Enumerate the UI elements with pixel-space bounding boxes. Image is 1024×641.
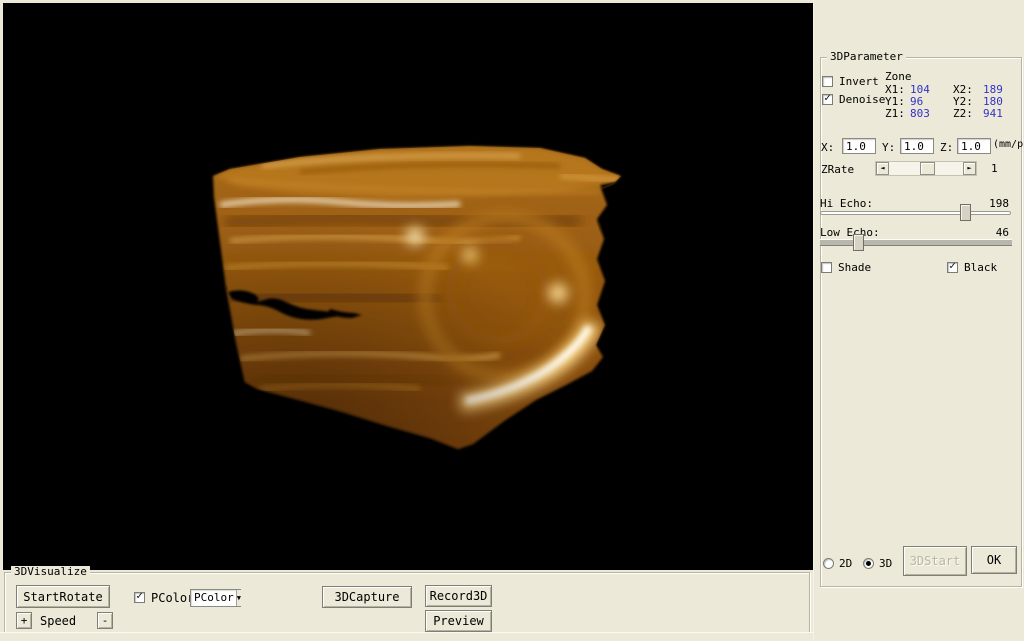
3dcapture-button[interactable]: 3DCapture bbox=[322, 586, 412, 608]
speed-plus-button[interactable]: + bbox=[16, 612, 32, 629]
check-icon: ✓ bbox=[948, 260, 957, 271]
speed-label: Speed bbox=[40, 614, 76, 628]
zrate-label: ZRate bbox=[821, 163, 854, 176]
record3d-button[interactable]: Record3D bbox=[425, 585, 492, 607]
scale-y-input[interactable] bbox=[900, 138, 934, 154]
pcolor-dropdown[interactable]: PColor ▼ bbox=[190, 589, 241, 607]
zrate-scrollbar[interactable]: ◄ ► bbox=[875, 161, 977, 176]
pcolor-dropdown-value: PColor bbox=[191, 590, 236, 606]
zone-z2-label: Z2: bbox=[953, 107, 973, 120]
render-viewport[interactable] bbox=[0, 0, 813, 570]
zrate-value: 1 bbox=[991, 162, 998, 175]
invert-label: Invert bbox=[839, 75, 879, 88]
check-icon: ✓ bbox=[823, 92, 832, 103]
shade-label: Shade bbox=[838, 261, 871, 274]
scroll-right-arrow-icon[interactable]: ► bbox=[963, 162, 976, 175]
hi-echo-track[interactable] bbox=[820, 211, 1011, 215]
parameter-panel: 3DParameter ✓ Invert ✓ Denoise Zone X1: … bbox=[813, 0, 1024, 640]
denoise-label: Denoise bbox=[839, 93, 885, 106]
mode-2d-label: 2D bbox=[839, 557, 852, 570]
zrate-track[interactable] bbox=[889, 162, 963, 175]
low-echo-value: 46 bbox=[996, 226, 1009, 239]
pcolor-label: PColor bbox=[151, 591, 194, 605]
start-rotate-button[interactable]: StartRotate bbox=[16, 585, 110, 608]
dropdown-arrow-icon[interactable]: ▼ bbox=[236, 590, 241, 606]
low-echo-label: Low Echo: bbox=[820, 226, 880, 239]
scroll-left-arrow-icon[interactable]: ◄ bbox=[876, 162, 889, 175]
zrate-thumb[interactable] bbox=[920, 162, 935, 175]
scale-x-label: X: bbox=[821, 141, 834, 154]
mode-3d-radio[interactable] bbox=[863, 558, 874, 569]
hi-echo-slider-thumb[interactable] bbox=[960, 204, 971, 221]
scale-z-label: Z: bbox=[940, 141, 953, 154]
check-icon: ✓ bbox=[135, 590, 144, 601]
zone-label: Zone bbox=[885, 70, 912, 83]
hi-echo-value: 198 bbox=[989, 197, 1009, 210]
scale-z-input[interactable] bbox=[957, 138, 991, 154]
scale-unit-label: (mm/p) bbox=[993, 139, 1024, 150]
ok-button[interactable]: OK bbox=[971, 546, 1017, 574]
visualize-panel: 3DVisualize StartRotate + Speed - ✓ PCol… bbox=[0, 570, 813, 640]
hi-echo-label: Hi Echo: bbox=[820, 197, 873, 210]
low-echo-slider-thumb[interactable] bbox=[853, 234, 864, 251]
scale-y-label: Y: bbox=[882, 141, 895, 154]
low-echo-track[interactable] bbox=[820, 239, 1012, 246]
3dstart-button[interactable]: 3DStart bbox=[903, 546, 967, 576]
zone-z1-label: Z1: bbox=[885, 107, 905, 120]
shade-checkbox[interactable]: ✓ bbox=[821, 262, 832, 273]
volume-render bbox=[3, 0, 813, 567]
speed-minus-button[interactable]: - bbox=[97, 612, 113, 629]
pcolor-checkbox[interactable]: ✓ bbox=[134, 592, 145, 603]
black-checkbox[interactable]: ✓ bbox=[947, 262, 958, 273]
denoise-checkbox[interactable]: ✓ bbox=[822, 94, 833, 105]
zone-z2-value: 941 bbox=[983, 107, 1003, 120]
parameter-group-title: 3DParameter bbox=[827, 51, 906, 63]
invert-checkbox[interactable]: ✓ bbox=[822, 76, 833, 87]
radio-dot-icon bbox=[866, 561, 871, 566]
zone-z1-value: 803 bbox=[910, 107, 930, 120]
preview-button[interactable]: Preview bbox=[425, 610, 492, 632]
scale-x-input[interactable] bbox=[842, 138, 876, 154]
mode-2d-radio[interactable] bbox=[823, 558, 834, 569]
black-label: Black bbox=[964, 261, 997, 274]
mode-3d-label: 3D bbox=[879, 557, 892, 570]
visualize-group-title: 3DVisualize bbox=[11, 566, 90, 578]
parameter-groupbox: 3DParameter bbox=[820, 57, 1022, 587]
